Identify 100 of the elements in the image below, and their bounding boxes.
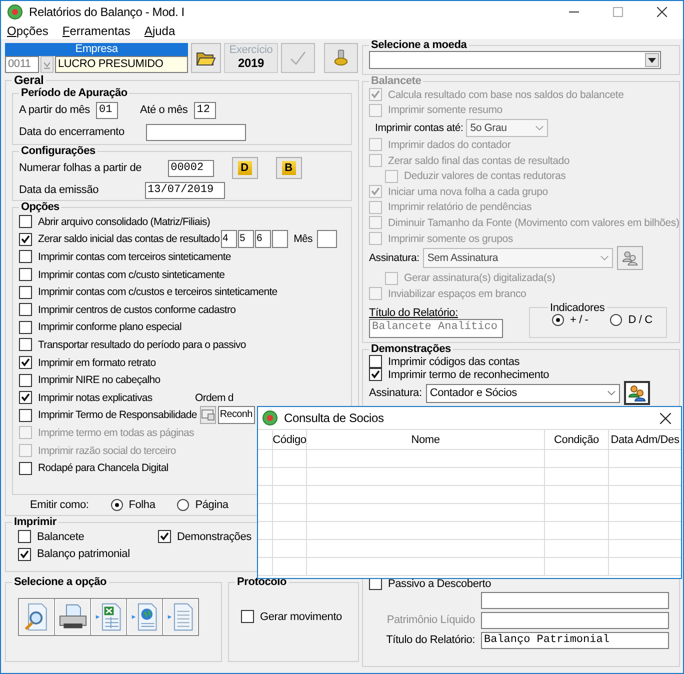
checkbox[interactable] xyxy=(19,215,32,228)
open-folder-button[interactable] xyxy=(191,43,221,73)
checkbox[interactable] xyxy=(19,286,32,299)
fiscal-year-value: 2019 xyxy=(238,56,264,70)
checkbox-label: Imprimir NIRE no cabeçalho xyxy=(38,374,160,386)
text-field[interactable] xyxy=(481,592,669,608)
checkbox[interactable] xyxy=(18,548,31,561)
letter-button[interactable]: D xyxy=(232,157,258,179)
people-icon xyxy=(628,384,646,402)
field-label: Mês xyxy=(294,233,312,246)
people-icon xyxy=(622,250,638,266)
checkbox[interactable] xyxy=(19,408,32,422)
checkbox[interactable] xyxy=(19,462,32,475)
checkbox-label: Imprimir somente os grupos xyxy=(388,232,513,245)
month-field[interactable] xyxy=(272,230,288,248)
checkbox[interactable] xyxy=(19,232,32,246)
menu-item[interactable]: Ajuda xyxy=(144,23,176,39)
checkbox[interactable] xyxy=(19,320,32,334)
people-button[interactable] xyxy=(624,381,650,405)
dropdown-arrow-icon xyxy=(648,58,656,62)
company-name-field[interactable]: LUCRO PRESUMIDO xyxy=(55,56,188,73)
checkbox[interactable] xyxy=(369,355,382,368)
field-label: Imprimir contas até: xyxy=(375,122,464,134)
checkbox-label: Transportar resultado do período para o passivo xyxy=(38,338,246,351)
checkbox-label: Gerar movimento xyxy=(260,610,342,623)
field-label: A partir do mês xyxy=(19,104,90,116)
letter-button[interactable]: B xyxy=(276,157,302,179)
checkbox-label: Imprimir contas com terceiros sinteticamente xyxy=(38,250,231,263)
currency-dropdown[interactable] xyxy=(369,51,661,69)
checkbox[interactable] xyxy=(19,338,32,352)
report-title-field[interactable]: Balanço Patrimonial xyxy=(481,632,669,648)
radio-button[interactable] xyxy=(110,499,123,511)
checkbox-label: Imprimir notas explicativas xyxy=(38,392,152,404)
checkbox-label: Imprimir termo de reconhecimento xyxy=(388,368,550,380)
menu-item[interactable]: Ferramentas xyxy=(62,23,130,39)
checkbox[interactable] xyxy=(19,356,32,370)
radio-label: D / C xyxy=(628,314,652,326)
field-label: Até o mês xyxy=(140,104,188,116)
group-title: Demonstrações xyxy=(370,343,452,355)
checkbox-label: Imprime termo em todas as páginas xyxy=(38,426,194,439)
page-number-field[interactable]: 00002 xyxy=(168,160,214,176)
month-field[interactable]: 01 xyxy=(96,102,118,118)
checkbox-label: Imprimir em formato retrato xyxy=(38,356,156,369)
fiscal-year-label: Exercício xyxy=(229,44,273,56)
company-header: Empresa xyxy=(5,43,188,56)
checkbox[interactable] xyxy=(19,374,32,387)
date-field[interactable] xyxy=(146,124,246,140)
plug-button[interactable] xyxy=(324,43,358,73)
card-button[interactable] xyxy=(200,406,216,424)
month-field[interactable]: 4 xyxy=(220,230,237,248)
spreadsheet-export-button[interactable] xyxy=(91,599,126,635)
checkbox[interactable] xyxy=(19,391,32,404)
web-export-button[interactable] xyxy=(127,599,162,635)
checkbox[interactable] xyxy=(241,610,254,624)
date-field[interactable]: 13/07/2019 xyxy=(144,182,225,198)
globe-document-icon xyxy=(130,602,160,632)
plug-icon xyxy=(334,49,348,67)
month-field[interactable]: 6 xyxy=(254,230,271,248)
app-globe-icon xyxy=(262,410,278,426)
dialog-title: Consulta de Socios xyxy=(284,411,384,425)
column-header[interactable]: Código xyxy=(273,430,307,449)
month-field[interactable] xyxy=(317,230,338,248)
text-export-button[interactable] xyxy=(163,599,198,635)
checkbox[interactable] xyxy=(19,250,32,264)
group-title: Opções xyxy=(20,201,60,213)
checkbox-label: Deduzir valores de contas redutoras xyxy=(404,170,566,182)
column-header[interactable]: Nome xyxy=(307,430,545,449)
company-code-field[interactable]: 0011 xyxy=(5,56,39,73)
checkbox[interactable] xyxy=(19,268,32,282)
close-icon[interactable] xyxy=(660,412,671,424)
text-document-icon xyxy=(166,602,196,632)
month-field[interactable]: 5 xyxy=(238,230,254,248)
preview-button[interactable] xyxy=(19,599,54,635)
chevron-down-icon xyxy=(600,255,610,262)
checkbox[interactable] xyxy=(19,303,32,316)
equity-field[interactable] xyxy=(481,612,669,628)
field-label: Data do encerramento xyxy=(19,126,124,138)
checkbox-label: Zerar saldo final das contas de resultado xyxy=(388,154,570,167)
column-header[interactable]: Condição xyxy=(545,430,609,449)
group-title: Selecione a opção xyxy=(13,576,108,588)
checkbox-label: Balanço patrimonial xyxy=(37,548,130,560)
radio-button[interactable] xyxy=(177,499,190,511)
checkbox-label: Diminuir Tamanho da Fonte (Movimento com valores em bilhões) xyxy=(388,216,680,229)
group-title: Período de Apuração xyxy=(20,87,128,99)
column-header[interactable]: Data Adm/Des xyxy=(609,430,681,449)
chevron-down-icon xyxy=(535,124,544,131)
checkbox-label: Imprimir conforme plano especial xyxy=(38,321,182,334)
dropdown-field[interactable]: Reconh xyxy=(218,406,255,424)
checkbox[interactable] xyxy=(369,368,382,381)
checkbox[interactable] xyxy=(18,530,31,544)
month-field[interactable]: 12 xyxy=(194,102,216,118)
close-icon[interactable] xyxy=(657,7,667,17)
signature-dropdown[interactable]: Contador e Sócios xyxy=(426,384,620,402)
menu-item[interactable]: Opções xyxy=(7,23,48,39)
field-label: Assinatura: xyxy=(369,252,420,264)
group-title: Imprimir xyxy=(13,516,58,528)
checkbox-label: Balancete xyxy=(37,530,84,543)
checkbox-label: Passivo a Descoberto xyxy=(388,578,491,590)
printer-button[interactable] xyxy=(55,599,90,635)
checkbox[interactable] xyxy=(158,530,171,544)
